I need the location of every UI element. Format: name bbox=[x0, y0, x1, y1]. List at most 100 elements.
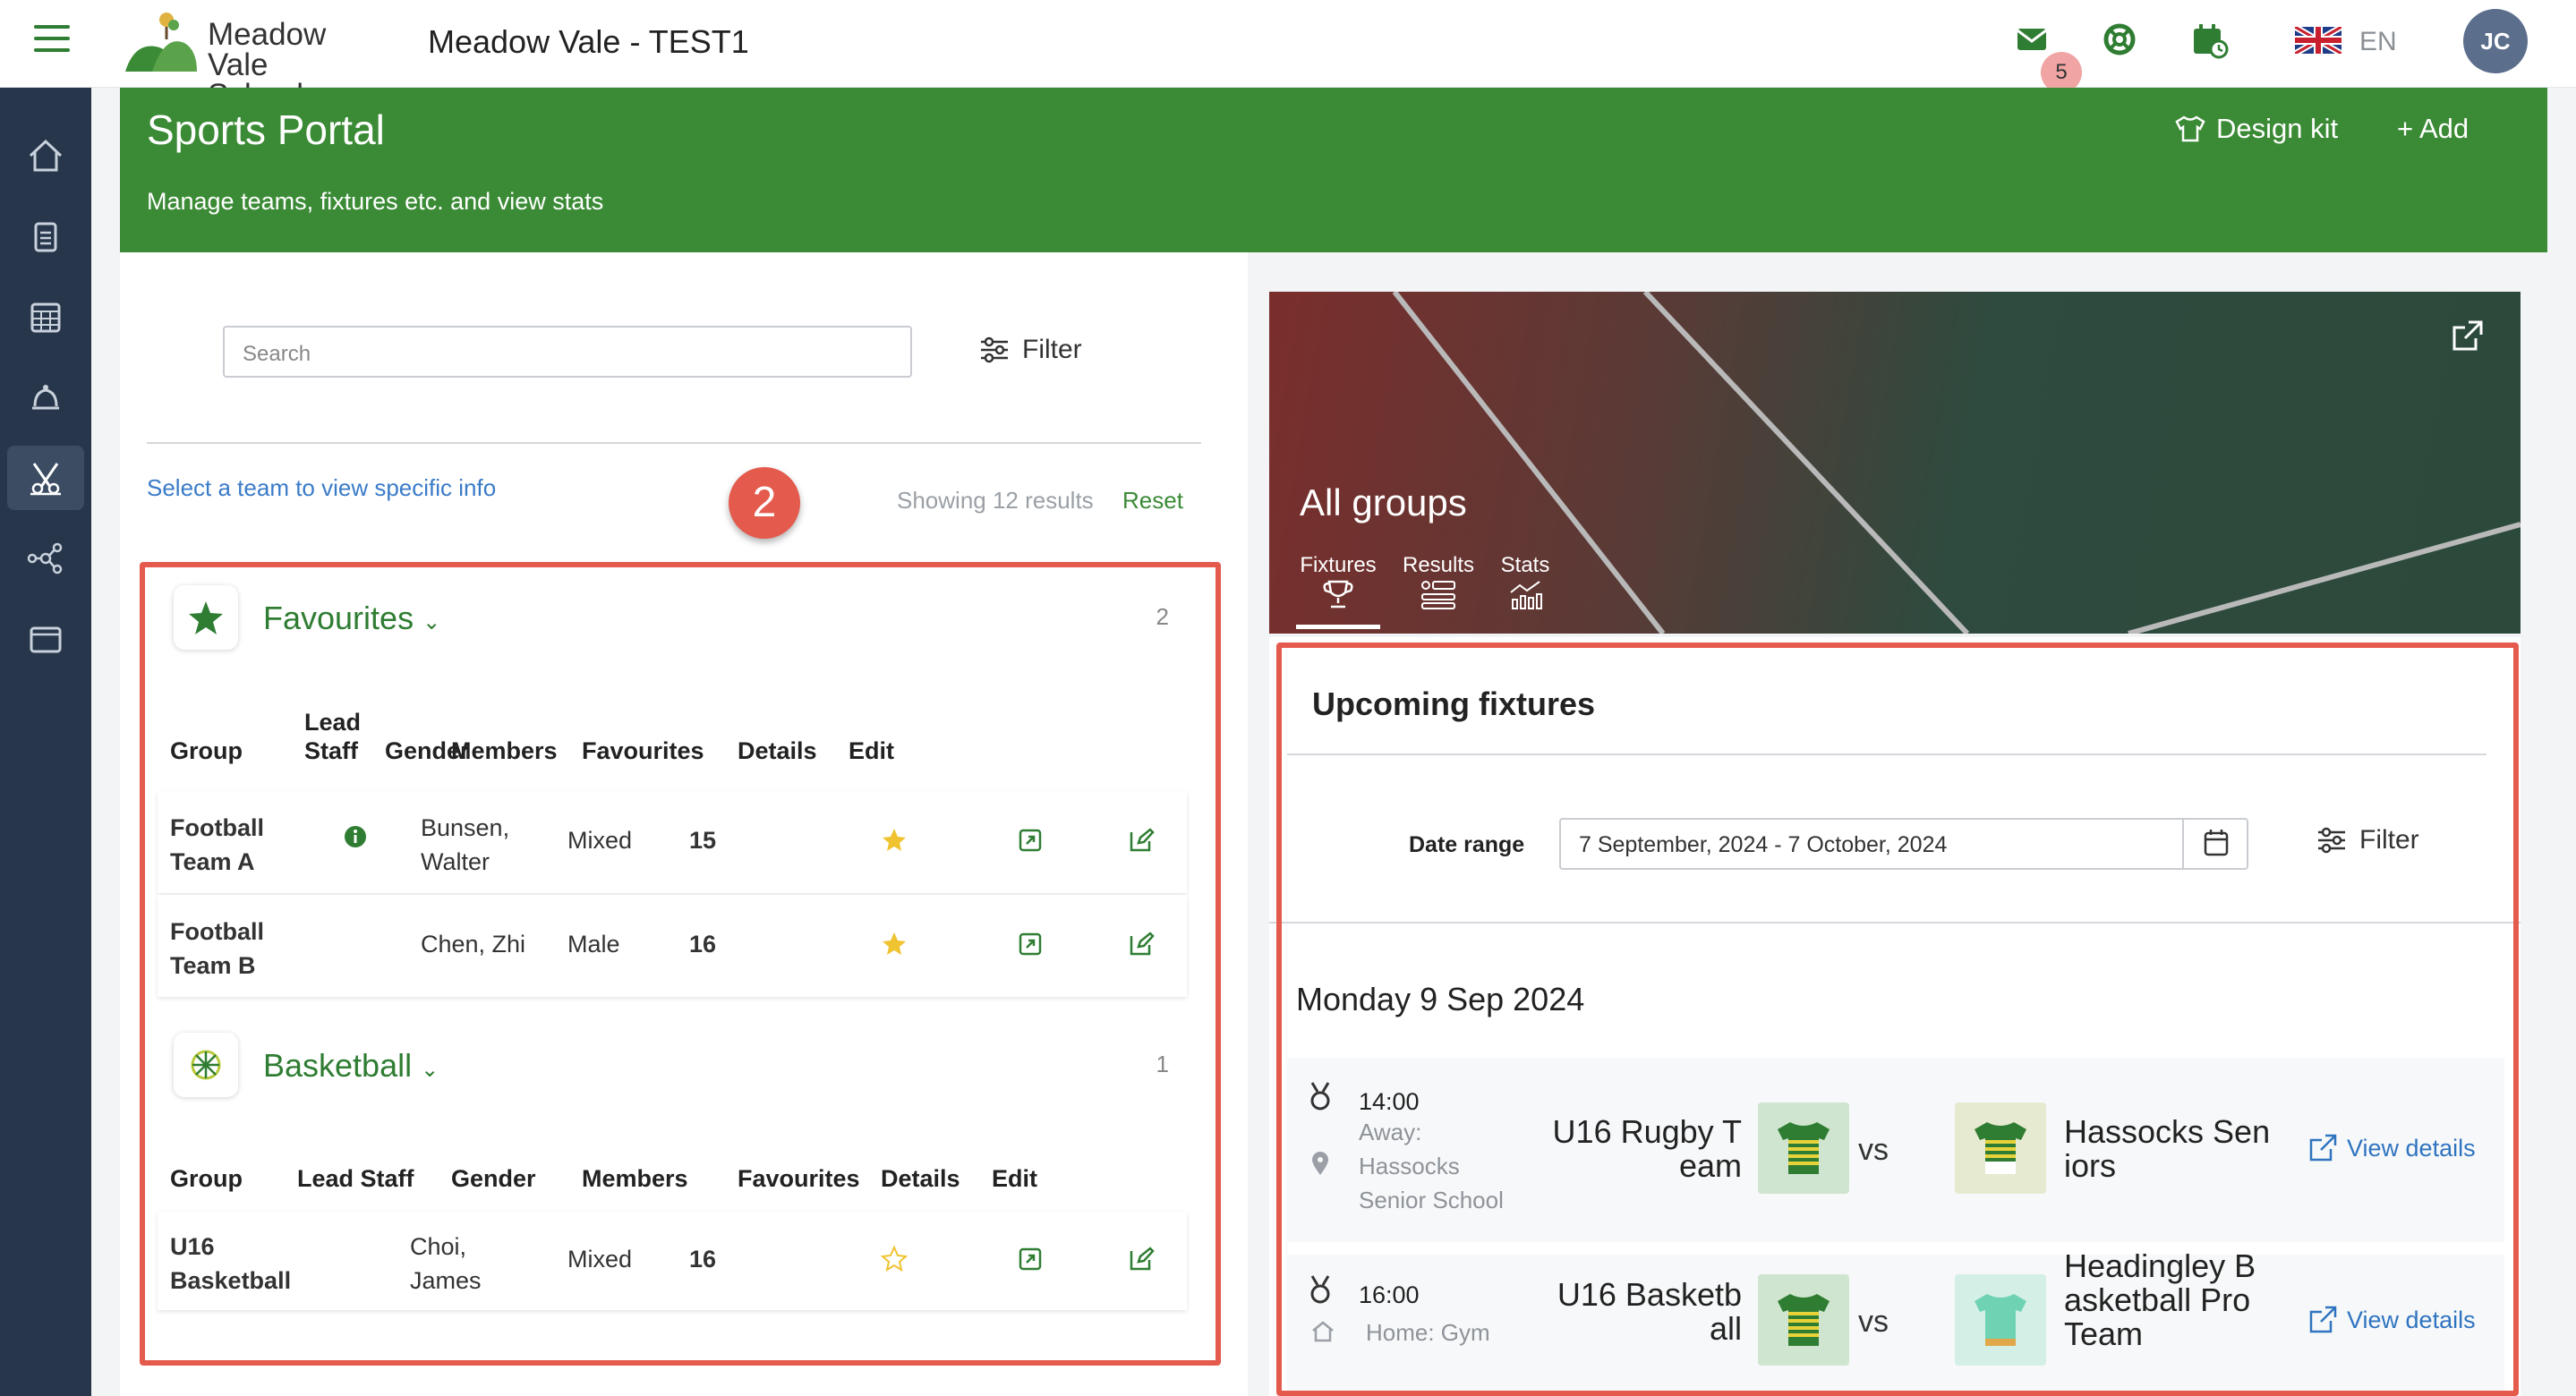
school-title: Meadow Vale - TEST1 bbox=[428, 23, 749, 60]
language-selector[interactable]: EN bbox=[2359, 27, 2397, 57]
results-count: Showing 12 results bbox=[897, 487, 1094, 514]
gender-cell: Male bbox=[567, 931, 620, 958]
filter-button[interactable]: Filter bbox=[979, 335, 1082, 365]
school-logo[interactable]: Meadow Vale School bbox=[125, 13, 367, 111]
details-icon[interactable] bbox=[1019, 829, 1042, 858]
sidebar-item-home[interactable] bbox=[7, 123, 84, 188]
group-cell: Football Team A bbox=[170, 814, 264, 875]
tab-underline bbox=[1296, 625, 1380, 629]
table-row[interactable]: U16 Basketball Choi, James Mixed 16 bbox=[158, 1212, 1187, 1310]
table-row[interactable]: Football Team A Bunsen, Walter Mixed 15 bbox=[158, 791, 1187, 893]
chevron-down-icon: ⌄ bbox=[422, 610, 441, 634]
add-button[interactable]: + Add bbox=[2397, 113, 2469, 145]
col-group: Group bbox=[170, 1165, 243, 1192]
home-icon bbox=[29, 139, 63, 172]
favourite-star-outline-icon[interactable] bbox=[880, 1245, 908, 1279]
open-external-icon[interactable] bbox=[2449, 319, 2485, 359]
sidebar-item-bell[interactable] bbox=[7, 365, 84, 430]
help-lifebuoy-icon[interactable] bbox=[2102, 21, 2141, 61]
sidebar-item-calendar[interactable] bbox=[7, 285, 84, 349]
group-basketball[interactable]: Basketball ⌄ 1 bbox=[174, 1033, 1176, 1104]
shirt-icon bbox=[2175, 115, 2205, 142]
lead-staff-cell: Bunsen, Walter bbox=[421, 814, 510, 875]
group-name: Favourites ⌄ bbox=[263, 600, 441, 636]
col-edit: Edit bbox=[849, 737, 894, 764]
basketball-icon bbox=[191, 1050, 221, 1080]
col-favourites: Favourites bbox=[738, 1165, 860, 1192]
table-row[interactable]: Football Team B Chen, Zhi Male 16 bbox=[158, 895, 1187, 997]
members-cell[interactable]: 16 bbox=[689, 1246, 716, 1273]
calendar-icon bbox=[30, 302, 61, 333]
members-cell[interactable]: 15 bbox=[689, 827, 716, 855]
top-bar: Meadow Vale School Meadow Vale - TEST1 5… bbox=[0, 0, 2576, 111]
fixtures-panel: All groups Fixtures Results Stats Upcomi… bbox=[1269, 292, 2521, 1396]
group-icon bbox=[174, 1033, 238, 1097]
sidebar-item-sports[interactable] bbox=[7, 446, 84, 510]
col-details: Details bbox=[881, 1165, 960, 1192]
banner-title: All groups bbox=[1300, 481, 1467, 524]
page-title: Sports Portal bbox=[147, 106, 385, 153]
design-kit-button[interactable]: Design kit bbox=[2173, 113, 2338, 145]
col-lead-staff-1: Lead bbox=[304, 709, 362, 736]
menu-icon[interactable] bbox=[34, 25, 70, 55]
lead-staff-cell: Chen, Zhi bbox=[421, 931, 526, 958]
col-gender-2: Gender bbox=[451, 1165, 536, 1192]
col-lead-staff: Lead Staff bbox=[297, 1165, 414, 1192]
group-icon bbox=[174, 585, 238, 650]
info-icon[interactable] bbox=[344, 825, 367, 855]
details-icon[interactable] bbox=[1019, 932, 1042, 962]
tab-fixtures[interactable]: Fixtures bbox=[1296, 553, 1380, 617]
col-edit: Edit bbox=[992, 1165, 1037, 1192]
members-cell[interactable]: 16 bbox=[689, 931, 716, 958]
sports-icon bbox=[30, 463, 61, 496]
favourites-table-header: Group Lead Staff Gender Members Favourit… bbox=[158, 709, 1187, 764]
col-favourites: Favourites bbox=[582, 737, 704, 764]
tab-fixtures-label: Fixtures bbox=[1300, 553, 1377, 577]
reset-link[interactable]: Reset bbox=[1122, 487, 1183, 515]
sidebar-item-clipboard[interactable] bbox=[7, 204, 84, 268]
sports-portal-header: Sports Portal Manage teams, fixtures etc… bbox=[120, 88, 2547, 252]
search-input[interactable]: Search bbox=[223, 326, 912, 378]
uk-flag-icon[interactable] bbox=[2293, 23, 2343, 66]
edit-icon[interactable] bbox=[1128, 1246, 1155, 1279]
sidebar-item-browser[interactable] bbox=[7, 607, 84, 671]
edit-icon[interactable] bbox=[1128, 827, 1155, 860]
col-details: Details bbox=[738, 737, 817, 764]
tab-results[interactable]: Results bbox=[1402, 553, 1475, 617]
calendar-clock-icon[interactable] bbox=[2191, 21, 2231, 61]
group-cell: Football Team B bbox=[170, 918, 264, 979]
clipboard-icon bbox=[34, 222, 57, 252]
col-members: Members bbox=[582, 1165, 688, 1192]
fixtures-highlight-frame bbox=[1276, 643, 2519, 1396]
results-list-icon bbox=[1421, 581, 1455, 609]
chevron-down-icon: ⌄ bbox=[421, 1058, 439, 1082]
bell-icon bbox=[32, 385, 59, 410]
star-icon bbox=[189, 601, 223, 634]
sidebar-item-network[interactable] bbox=[7, 526, 84, 591]
stats-chart-icon bbox=[1510, 581, 1542, 609]
page-subtitle: Manage teams, fixtures etc. and view sta… bbox=[147, 188, 604, 215]
group-cell: U16 Basketball bbox=[170, 1233, 292, 1294]
edit-icon[interactable] bbox=[1128, 931, 1155, 964]
network-icon bbox=[27, 542, 63, 575]
basketball-table-header: Group Lead Staff Gender Members Favourit… bbox=[158, 1165, 1187, 1201]
col-members: Members bbox=[451, 737, 558, 764]
gender-cell: Mixed bbox=[567, 827, 633, 854]
browser-icon bbox=[30, 626, 62, 653]
favourite-star-icon[interactable] bbox=[881, 931, 908, 964]
col-lead-staff-2: Staff bbox=[304, 737, 358, 764]
divider bbox=[147, 442, 1201, 444]
group-favourites[interactable]: Favourites ⌄ 2 bbox=[174, 585, 1176, 657]
user-avatar[interactable]: JC bbox=[2463, 9, 2528, 73]
tab-stats[interactable]: Stats bbox=[1498, 553, 1552, 617]
favourite-star-icon[interactable] bbox=[881, 827, 908, 860]
select-team-hint: Select a team to view specific info bbox=[147, 474, 497, 501]
all-groups-banner: All groups Fixtures Results Stats bbox=[1269, 292, 2521, 634]
step-marker: 2 bbox=[729, 467, 800, 539]
tab-stats-label: Stats bbox=[1500, 553, 1550, 577]
trophy-icon bbox=[1323, 580, 1353, 609]
sidebar bbox=[0, 88, 91, 1396]
mail-icon[interactable] bbox=[2014, 21, 2053, 61]
details-icon[interactable] bbox=[1019, 1247, 1042, 1277]
group-count: 1 bbox=[1156, 1051, 1169, 1077]
